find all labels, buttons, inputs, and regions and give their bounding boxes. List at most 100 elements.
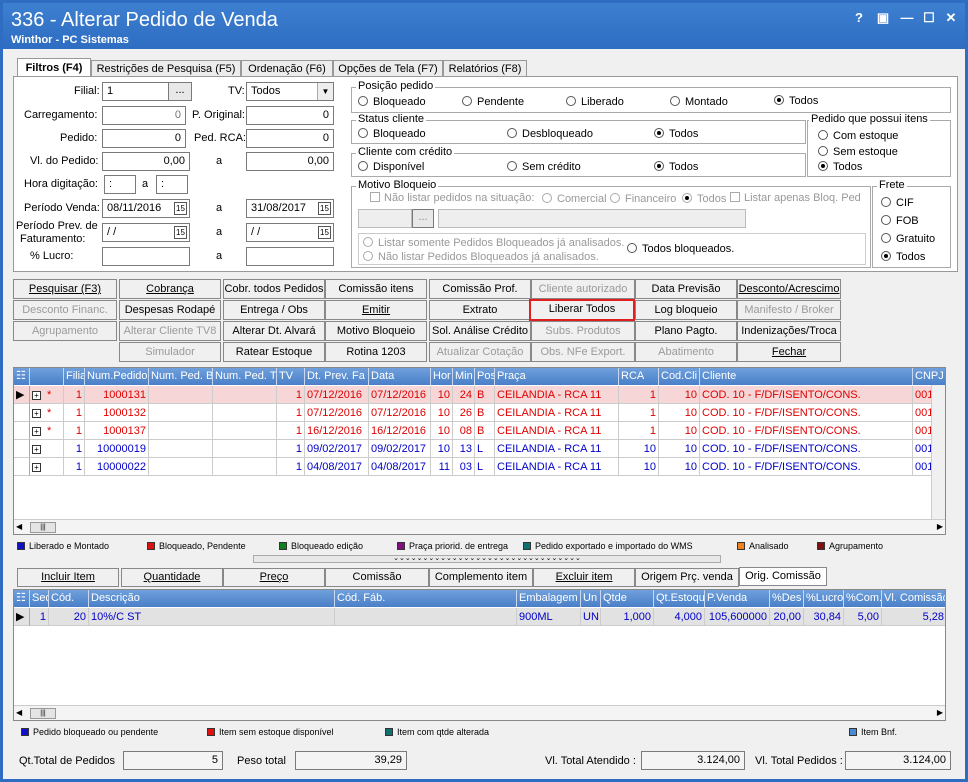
calendar-icon[interactable]: 15 <box>174 202 187 215</box>
expand-icon[interactable]: + <box>32 445 41 454</box>
col-min[interactable]: Min <box>453 368 475 385</box>
extrato-button[interactable]: Extrato <box>429 300 531 320</box>
desconto-financ-button[interactable]: Desconto Financ. <box>13 300 117 320</box>
sol-analise-credito-button[interactable]: Sol. Análise Crédito <box>429 321 531 341</box>
preco-button[interactable]: Preço <box>223 568 325 587</box>
subs-produtos-button[interactable]: Subs. Produtos <box>531 321 635 341</box>
col-cod-fab[interactable]: Cód. Fáb. <box>335 590 517 607</box>
motivo-bloqueio-button[interactable]: Motivo Bloqueio <box>325 321 427 341</box>
periodo-venda-from-input[interactable]: 08/11/2016 15 <box>102 199 190 218</box>
pesquisar-button[interactable]: Pesquisar (F3) <box>13 279 117 299</box>
col-qtde[interactable]: Qtde <box>601 590 654 607</box>
obs-nfe-export-button[interactable]: Obs. NFe Export. <box>531 342 635 362</box>
col-tv[interactable]: TV <box>277 368 305 385</box>
credito-todos-radio[interactable]: Todos <box>654 161 698 173</box>
expand-icon[interactable]: + <box>32 463 41 472</box>
cobranca-button[interactable]: Cobrança <box>119 279 221 299</box>
frete-cif-radio[interactable]: CIF <box>881 197 914 209</box>
tab-relatorios[interactable]: Relatórios (F8) <box>443 60 527 77</box>
apenas-bloq-checkbox[interactable]: Listar apenas Bloq. Ped <box>730 192 861 204</box>
pedido-input[interactable]: 0 <box>102 129 186 148</box>
order-row[interactable]: +1 10000022 1 04/08/2017 04/08/2017 11 03 L CEIL… <box>14 458 945 476</box>
itens-sem-estoque-radio[interactable]: Sem estoque <box>818 146 898 158</box>
credito-sem-radio[interactable]: Sem crédito <box>507 161 581 173</box>
tab-opcoes-tela[interactable]: Opções de Tela (F7) <box>333 60 443 77</box>
nao-listar-analisados-radio[interactable]: Não listar Pedidos Bloqueados já analisa… <box>363 251 599 263</box>
motivo-financeiro-radio[interactable]: Financeiro <box>610 193 676 205</box>
calendar-icon[interactable]: 15 <box>318 226 331 239</box>
rotina-1203-button[interactable]: Rotina 1203 <box>325 342 427 362</box>
orders-grid[interactable]: ☷ Filia Num.Pedido Num. Ped. B Num. Ped.… <box>13 367 946 535</box>
col-cliente[interactable]: Cliente <box>700 368 913 385</box>
col-qt-estoque[interactable]: Qt.Estoqu <box>654 590 705 607</box>
order-row[interactable]: +1 10000019 1 09/02/2017 09/02/2017 10 13 L CEIL… <box>14 440 945 458</box>
origem-prc-venda-button[interactable]: Origem Prç. venda <box>635 568 739 587</box>
vl-pedido-from-input[interactable]: 0,00 <box>102 152 190 171</box>
minimize-icon[interactable]: — <box>897 9 917 27</box>
nao-listar-checkbox[interactable]: Não listar pedidos na situação: <box>370 192 534 204</box>
data-previsao-button[interactable]: Data Previsão <box>635 279 737 299</box>
filial-input[interactable]: 1 <box>102 82 174 101</box>
motivo-code-input[interactable] <box>358 209 412 228</box>
orders-vertical-scrollbar[interactable] <box>931 385 945 520</box>
items-grid[interactable]: ☷ Seq Cód. Descrição Cód. Fáb. Embalagem… <box>13 589 946 721</box>
posicao-todos-radio[interactable]: Todos <box>774 95 818 107</box>
col-data[interactable]: Data <box>369 368 431 385</box>
ratear-estoque-button[interactable]: Ratear Estoque <box>223 342 325 362</box>
col-dt-prev[interactable]: Dt. Prev. Fa <box>305 368 369 385</box>
itens-todos-radio[interactable]: Todos <box>818 161 862 173</box>
col-un[interactable]: Un <box>581 590 601 607</box>
periodo-prev-to-input[interactable]: / / 15 <box>246 223 334 242</box>
maximize-icon[interactable]: ☐ <box>919 9 939 27</box>
comissao-itens-button[interactable]: Comissão itens <box>325 279 427 299</box>
status-todos-radio[interactable]: Todos <box>654 128 698 140</box>
simulador-button[interactable]: Simulador <box>119 342 221 362</box>
lucro-to-input[interactable] <box>246 247 334 266</box>
complemento-item-button[interactable]: Complemento item <box>429 568 533 587</box>
alterar-alvara-button[interactable]: Alterar Dt. Alvará <box>223 321 325 341</box>
col-vl-comissao[interactable]: Vl. Comissão <box>882 590 945 607</box>
orders-horizontal-scrollbar[interactable]: ◀ ||| ▶ <box>14 519 945 534</box>
tab-ordenacao[interactable]: Ordenação (F6) <box>241 60 333 77</box>
col-descricao[interactable]: Descrição <box>89 590 335 607</box>
resize-icon[interactable]: ▣ <box>873 9 893 27</box>
items-horizontal-scrollbar[interactable]: ◀ ||| ▶ <box>14 705 945 720</box>
expand-icon[interactable]: + <box>32 409 41 418</box>
frete-todos-radio[interactable]: Todos <box>881 251 925 263</box>
quantidade-button[interactable]: Quantidade <box>121 568 223 587</box>
log-bloqueio-button[interactable]: Log bloqueio <box>635 300 737 320</box>
col-cod[interactable]: Cód. <box>49 590 89 607</box>
close-icon[interactable]: ✕ <box>941 9 961 27</box>
grid-menu-icon[interactable]: ☷ <box>14 590 30 607</box>
expand-icon[interactable]: + <box>32 427 41 436</box>
indenizacoes-troca-button[interactable]: Indenizações/Troca <box>737 321 841 341</box>
col-cnpj[interactable]: CNPJ <box>913 368 945 385</box>
tab-filtros[interactable]: Filtros (F4) <box>17 58 91 78</box>
order-row[interactable]: ▶ + * 1 1000131 1 07/12/2016 07/12/2016 10 24 B CEI… <box>14 386 945 404</box>
abatimento-button[interactable]: Abatimento <box>635 342 737 362</box>
grid-menu-icon[interactable]: ☷ <box>14 368 30 385</box>
emitir-button[interactable]: Emitir <box>325 300 427 320</box>
col-cod-cli[interactable]: Cod.Cli <box>659 368 700 385</box>
credito-disponivel-radio[interactable]: Disponível <box>358 161 424 173</box>
order-row[interactable]: + * 1 1000137 1 16/12/2016 16/12/2016 10 08 B CEIL… <box>14 422 945 440</box>
manifesto-broker-button[interactable]: Manifesto / Broker <box>737 300 841 320</box>
entrega-obs-button[interactable]: Entrega / Obs <box>223 300 325 320</box>
lucro-from-input[interactable] <box>102 247 190 266</box>
p-original-input[interactable]: 0 <box>246 106 334 125</box>
alterar-cliente-button[interactable]: Alterar Cliente TV8 <box>119 321 221 341</box>
col-num-pedido[interactable]: Num.Pedido <box>85 368 149 385</box>
agrupamento-button[interactable]: Agrupamento <box>13 321 117 341</box>
comissao-prof-button[interactable]: Comissão Prof. <box>429 279 531 299</box>
order-row[interactable]: + * 1 1000132 1 07/12/2016 07/12/2016 10 26 B CEIL… <box>14 404 945 422</box>
cliente-autorizado-button[interactable]: Cliente autorizado <box>531 279 635 299</box>
frete-fob-radio[interactable]: FOB <box>881 215 919 227</box>
periodo-prev-from-input[interactable]: / / 15 <box>102 223 190 242</box>
col-num-ped-b[interactable]: Num. Ped. B <box>149 368 213 385</box>
motivo-todos-radio[interactable]: Todos <box>682 193 726 205</box>
listar-somente-radio[interactable]: Listar somente Pedidos Bloqueados já ana… <box>363 237 624 249</box>
cobr-todos-button[interactable]: Cobr. todos Pedidos <box>223 279 325 299</box>
posicao-liberado-radio[interactable]: Liberado <box>566 96 624 108</box>
excluir-item-button[interactable]: Excluir item <box>533 568 635 587</box>
calendar-icon[interactable]: 15 <box>318 202 331 215</box>
